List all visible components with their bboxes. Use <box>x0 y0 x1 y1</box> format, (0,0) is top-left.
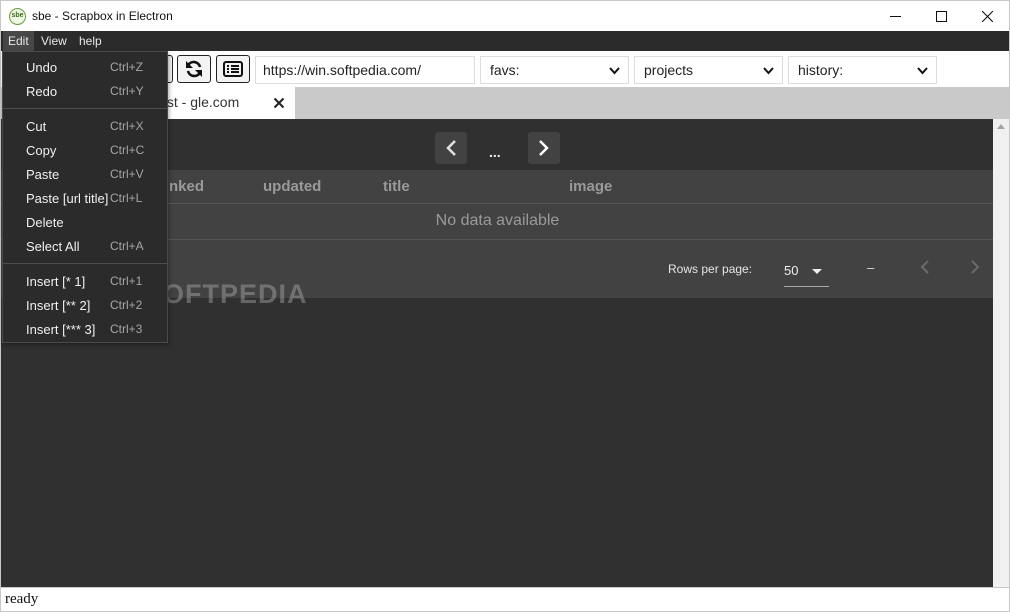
menu-item-label: Select All <box>26 239 80 254</box>
menu-item-shortcut: Ctrl+2 <box>110 298 143 312</box>
vertical-scrollbar[interactable] <box>993 119 1010 587</box>
chevron-down-icon <box>917 67 928 75</box>
prev-page-button[interactable] <box>435 132 467 164</box>
menu-separator <box>3 108 167 109</box>
menu-item-label: Insert [* 1] <box>26 274 86 289</box>
menu-edit[interactable]: Edit <box>3 31 34 51</box>
favs-select-value: favs: <box>490 62 520 78</box>
edit-menu-dropdown: Undo Ctrl+Z Redo Ctrl+Y Cut Ctrl+X Copy … <box>2 51 168 343</box>
menu-item-paste[interactable]: Paste Ctrl+V <box>3 163 167 187</box>
list-button[interactable] <box>216 55 250 83</box>
status-bar: ready <box>0 587 1010 612</box>
menu-item-select-all[interactable]: Select All Ctrl+A <box>3 235 167 259</box>
column-header-title[interactable]: title <box>383 178 410 195</box>
menu-item-label: Insert [*** 3] <box>26 322 96 337</box>
column-header-image[interactable]: image <box>569 178 612 195</box>
menu-item-undo[interactable]: Undo Ctrl+Z <box>3 56 167 80</box>
menu-item-label: Undo <box>26 60 58 75</box>
tab-close-icon[interactable] <box>273 97 285 109</box>
history-select-value: history: <box>798 62 844 78</box>
table-next-page-icon[interactable] <box>967 259 983 275</box>
title-bar: sbe sbe - Scrapbox in Electron <box>0 0 1010 31</box>
menu-item-insert-3[interactable]: Insert [*** 3] Ctrl+3 <box>3 318 167 342</box>
minimize-icon <box>889 15 901 17</box>
rows-per-page-select[interactable]: 50 <box>784 255 829 287</box>
pager-ellipsis: ... <box>489 144 501 160</box>
next-page-button[interactable] <box>528 132 560 164</box>
menu-separator <box>3 263 167 264</box>
favs-select[interactable]: favs: <box>480 56 629 84</box>
maximize-button[interactable] <box>918 1 964 31</box>
rows-per-page-value: 50 <box>784 263 799 278</box>
menu-item-insert-1[interactable]: Insert [* 1] Ctrl+1 <box>3 270 167 294</box>
app-icon: sbe <box>9 8 26 25</box>
menu-item-label: Copy <box>26 143 57 158</box>
menu-item-label: Paste [url title] <box>26 191 109 206</box>
chevron-right-icon <box>539 140 549 156</box>
menu-item-label: Redo <box>26 84 58 99</box>
menu-item-shortcut: Ctrl+V <box>110 167 144 181</box>
menu-item-shortcut: Ctrl+L <box>110 191 143 205</box>
menu-item-delete[interactable]: Delete <box>3 211 167 235</box>
menu-item-shortcut: Ctrl+1 <box>110 274 143 288</box>
page-range-text: – <box>867 260 875 275</box>
menu-help[interactable]: help <box>74 31 107 51</box>
list-icon <box>223 61 243 77</box>
menu-item-copy[interactable]: Copy Ctrl+C <box>3 139 167 163</box>
menu-item-paste-url-title[interactable]: Paste [url title] Ctrl+L <box>3 187 167 211</box>
close-icon <box>981 10 993 22</box>
menu-item-cut[interactable]: Cut Ctrl+X <box>3 115 167 139</box>
menu-item-shortcut: Ctrl+Z <box>110 60 143 74</box>
maximize-icon <box>935 10 947 22</box>
status-text: ready <box>5 591 39 607</box>
menu-item-label: Insert [** 2] <box>26 298 91 313</box>
scroll-up-icon[interactable] <box>997 124 1005 129</box>
menu-item-shortcut: Ctrl+3 <box>110 322 143 336</box>
table-prev-page-icon[interactable] <box>917 259 933 275</box>
rows-per-page-label: Rows per page: <box>668 262 753 276</box>
menu-item-label: Cut <box>26 119 47 134</box>
caret-down-icon <box>812 269 822 274</box>
column-header-linked[interactable]: nked <box>169 178 204 195</box>
projects-select[interactable]: projects <box>634 56 783 84</box>
menu-item-shortcut: Ctrl+C <box>110 143 145 157</box>
history-select[interactable]: history: <box>788 56 937 84</box>
window-title: sbe - Scrapbox in Electron <box>32 9 173 23</box>
chevron-down-icon <box>609 67 620 75</box>
menu-item-shortcut: Ctrl+Y <box>110 84 144 98</box>
chevron-left-icon <box>446 140 456 156</box>
menu-item-shortcut: Ctrl+A <box>110 239 144 253</box>
chevron-down-icon <box>763 67 774 75</box>
menu-item-redo[interactable]: Redo Ctrl+Y <box>3 80 167 104</box>
menu-view[interactable]: View <box>36 31 72 51</box>
menu-item-shortcut: Ctrl+X <box>110 119 144 133</box>
menu-bar: Edit View help <box>0 31 1010 51</box>
projects-select-value: projects <box>644 62 694 78</box>
minimize-button[interactable] <box>872 1 918 31</box>
refresh-button[interactable] <box>177 55 211 83</box>
refresh-icon <box>186 60 202 78</box>
menu-item-insert-2[interactable]: Insert [** 2] Ctrl+2 <box>3 294 167 318</box>
column-header-updated[interactable]: updated <box>263 178 321 195</box>
close-window-button[interactable] <box>964 1 1010 31</box>
watermark-logo: SOFTPEDIA <box>144 279 308 309</box>
url-input[interactable] <box>255 56 475 84</box>
menu-item-label: Paste <box>26 167 60 182</box>
menu-item-label: Delete <box>26 215 64 230</box>
